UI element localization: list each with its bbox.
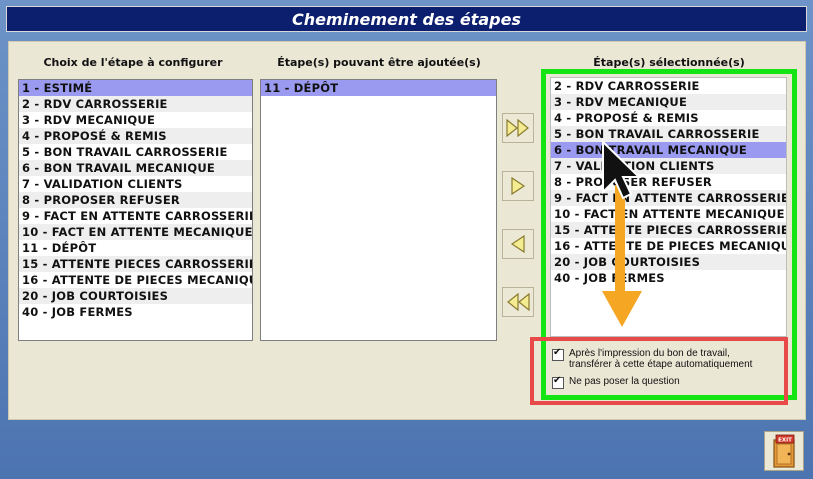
step-list-item[interactable]: 5 - BON TRAVAIL CARROSSERIE bbox=[19, 144, 252, 160]
step-list-item[interactable]: 16 - ATTENTE DE PIECES MECANIQUE bbox=[19, 272, 252, 288]
remove-all-button[interactable] bbox=[502, 287, 534, 317]
exit-label: EXIT bbox=[778, 438, 792, 444]
step-list-item[interactable]: 15 - ATTENTE PIECES CARROSSERIE bbox=[19, 256, 252, 272]
options-highlight bbox=[530, 337, 788, 405]
steps-to-configure-list[interactable]: 1 - ESTIMÉ 2 - RDV CARROSSERIE 3 - RDV MEC… bbox=[18, 79, 253, 341]
title-bar: Cheminement des étapes bbox=[6, 6, 807, 32]
step-list-item[interactable]: 7 - VALIDATION CLIENTS bbox=[19, 176, 252, 192]
step-list-item[interactable]: 40 - JOB FERMES bbox=[19, 304, 252, 320]
step-list-item[interactable]: 1 - ESTIMÉ bbox=[19, 80, 252, 96]
step-list-item[interactable]: 10 - FACT EN ATTENTE MECANIQUE bbox=[19, 224, 252, 240]
left-column-header: Choix de l'étape à configurer bbox=[43, 56, 223, 69]
double-left-arrow-icon bbox=[507, 293, 530, 311]
window-title: Cheminement des étapes bbox=[291, 9, 522, 29]
middle-column-header: Étape(s) pouvant être ajoutée(s) bbox=[277, 56, 481, 69]
step-list-item[interactable]: 9 - FACT EN ATTENTE CARROSSERIE bbox=[19, 208, 252, 224]
left-arrow-icon bbox=[510, 235, 525, 253]
remove-one-button[interactable] bbox=[502, 229, 534, 259]
exit-door-icon: EXIT bbox=[773, 434, 795, 468]
step-list-item[interactable]: 11 - DÉPÔT bbox=[19, 240, 252, 256]
step-list-item[interactable]: 3 - RDV MECANIQUE bbox=[19, 112, 252, 128]
right-column-header: Étape(s) sélectionnée(s) bbox=[593, 56, 745, 69]
exit-button[interactable]: EXIT bbox=[764, 431, 804, 471]
double-right-arrow-icon bbox=[506, 119, 529, 137]
addable-step-item[interactable]: 11 - DÉPÔT bbox=[261, 80, 496, 96]
step-list-item[interactable]: 8 - PROPOSER REFUSER bbox=[19, 192, 252, 208]
step-list-item[interactable]: 4 - PROPOSÉ & REMIS bbox=[19, 128, 252, 144]
step-list-item[interactable]: 2 - RDV CARROSSERIE bbox=[19, 96, 252, 112]
add-all-button[interactable] bbox=[502, 113, 534, 143]
addable-steps-list[interactable]: 11 - DÉPÔT bbox=[260, 79, 497, 341]
step-list-item[interactable]: 20 - JOB COURTOISIES bbox=[19, 288, 252, 304]
right-arrow-icon bbox=[511, 177, 526, 195]
app-window: Cheminement des étapes Choix de l'étape … bbox=[0, 0, 813, 479]
mouse-pointer-icon bbox=[602, 140, 642, 200]
step-list-item[interactable]: 6 - BON TRAVAIL MECANIQUE bbox=[19, 160, 252, 176]
add-one-button[interactable] bbox=[502, 171, 534, 201]
annotation-down-arrow-icon bbox=[602, 185, 642, 327]
